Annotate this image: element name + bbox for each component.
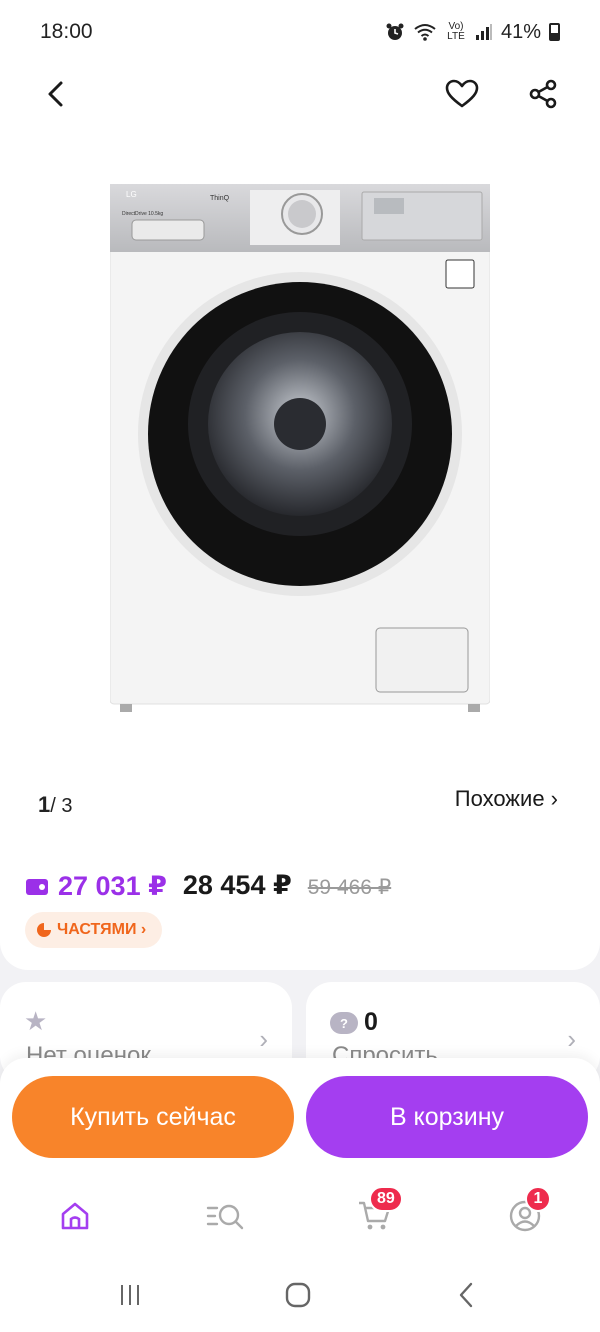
add-to-cart-button[interactable]: В корзину [306, 1076, 588, 1158]
image-separator: / [50, 795, 56, 817]
image-counter: 1/ 3 [38, 792, 73, 818]
chevron-right-icon: › [567, 1024, 576, 1054]
home-circle-icon [285, 1282, 311, 1308]
wallet-icon [26, 879, 48, 895]
image-capacity: DirectDrive 10.5kg [122, 211, 163, 217]
pie-icon [37, 923, 51, 937]
star-icon: ★ [24, 1006, 48, 1036]
recent-apps-icon [121, 1285, 139, 1305]
system-home-button[interactable] [268, 1272, 328, 1318]
signal-icon [475, 24, 492, 40]
installments-label: ЧАСТЯМИ › [57, 921, 147, 938]
image-brand: LG [126, 190, 137, 199]
status-icons: Vo) LTE 41% [385, 21, 560, 44]
cart-badge: 89 [369, 1186, 403, 1212]
chevron-right-icon: › [259, 1024, 268, 1054]
system-nav-bar [0, 1258, 600, 1332]
price-row: 27 031 ₽ 28 454 ₽ 59 466 ₽ [26, 870, 391, 902]
heart-icon [445, 79, 479, 108]
buy-now-button[interactable]: Купить сейчас [12, 1076, 294, 1158]
similar-link[interactable]: Похожие › [455, 786, 558, 812]
image-total: 3 [61, 795, 73, 817]
share-button[interactable] [521, 72, 565, 116]
back-icon [459, 1282, 473, 1308]
tab-home[interactable] [45, 1186, 105, 1246]
card-price-value: 27 031 ₽ [58, 870, 167, 901]
network-label: Vo) LTE [447, 21, 465, 42]
regular-price: 28 454 ₽ [182, 870, 292, 900]
system-back-button[interactable] [436, 1272, 496, 1318]
image-current: 1 [38, 792, 51, 817]
catalog-search-icon [206, 1204, 244, 1230]
tab-profile[interactable]: 1 [495, 1186, 555, 1246]
status-time: 18:00 [40, 20, 93, 43]
questions-count: 0 [364, 1008, 378, 1036]
back-button[interactable] [34, 72, 78, 116]
home-icon [61, 1202, 89, 1230]
installments-button[interactable]: ЧАСТЯМИ › [25, 912, 163, 948]
card-price: 27 031 ₽ [26, 871, 167, 902]
chevron-left-icon [48, 81, 63, 107]
product-gallery: LG ThinQ DirectDrive 10.5kg 1/ 3 Похожие… [0, 124, 600, 970]
wifi-icon [414, 24, 436, 41]
old-price: 59 466 ₽ [307, 876, 392, 899]
battery-percent: 41% [500, 20, 541, 43]
alarm-icon [386, 23, 404, 40]
image-model: ThinQ [210, 195, 230, 202]
profile-badge: 1 [525, 1186, 551, 1212]
question-bubble-icon: ? [330, 1012, 358, 1034]
battery-icon [549, 23, 560, 41]
favorite-button[interactable] [440, 72, 484, 116]
tab-catalog[interactable] [195, 1186, 255, 1246]
share-icon [529, 79, 557, 109]
action-bar: Купить сейчас В корзину [0, 1058, 600, 1168]
product-image[interactable]: LG ThinQ DirectDrive 10.5kg [110, 184, 490, 714]
status-bar: 18:00 Vo) LTE 41% [0, 0, 600, 64]
recent-apps-button[interactable] [100, 1272, 160, 1318]
tab-cart[interactable]: 89 [345, 1186, 405, 1246]
top-nav [0, 64, 600, 124]
bottom-tab-bar: 89 1 [0, 1168, 600, 1258]
